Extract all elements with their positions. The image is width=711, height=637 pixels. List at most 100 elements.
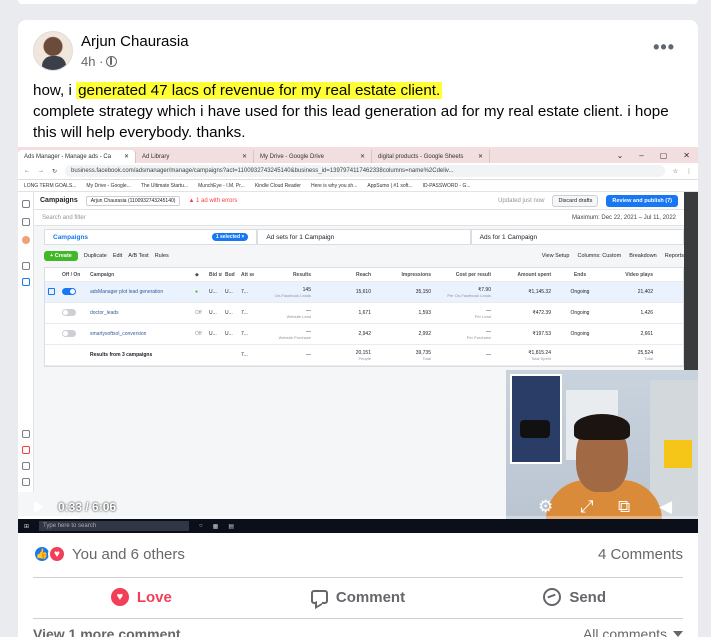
col-header[interactable]: Results bbox=[254, 272, 314, 278]
row-checkbox[interactable] bbox=[48, 287, 55, 295]
forward-icon[interactable]: → bbox=[38, 168, 44, 174]
bookmark-item[interactable]: ID-PASSWORD - G... bbox=[423, 183, 471, 189]
reload-icon[interactable]: ↻ bbox=[52, 168, 57, 175]
menu-icon[interactable] bbox=[22, 218, 30, 226]
error-alert[interactable]: ▲ 1 ad with errors bbox=[188, 198, 237, 204]
col-header[interactable]: Video plays bbox=[606, 272, 656, 278]
results-cell: — Website Purchase bbox=[278, 328, 311, 340]
col-header[interactable]: Att setti bbox=[238, 272, 254, 278]
date-range-picker[interactable]: Maximum: Dec 22, 2021 – Jul 11, 2022 bbox=[572, 215, 676, 221]
campaign-toggle[interactable] bbox=[62, 308, 76, 316]
table-row[interactable]: doctor_leads Off U... U... 7... — Website… bbox=[45, 303, 683, 324]
taskbar-app-icon[interactable]: ▦ bbox=[213, 523, 219, 530]
love-button[interactable]: ♥ Love bbox=[33, 580, 250, 614]
avatar[interactable] bbox=[33, 31, 73, 71]
search-icon[interactable] bbox=[22, 462, 30, 470]
col-header[interactable]: Campaign bbox=[87, 272, 192, 278]
video-player[interactable]: Ads Manager - Manage ads - Ca ✕ Ad Librar… bbox=[18, 147, 698, 533]
browser-tab[interactable]: My Drive - Google Drive ✕ bbox=[254, 150, 372, 163]
budget-cell: U... bbox=[225, 289, 233, 295]
browser-menu-icon[interactable]: ⋮ bbox=[686, 168, 692, 175]
play-icon[interactable] bbox=[34, 501, 44, 513]
table-row[interactable]: adsManager plot lead generation ● U... U… bbox=[45, 282, 683, 303]
comments-sort-dropdown[interactable]: All comments bbox=[583, 626, 683, 637]
notifications-icon[interactable] bbox=[22, 446, 30, 454]
post-header: Arjun Chaurasia 4h · ••• bbox=[33, 31, 683, 75]
bookmark-item[interactable]: AppSumo | #1 soft... bbox=[367, 183, 412, 189]
rules-button[interactable]: Rules bbox=[155, 253, 169, 259]
bookmark-item[interactable]: Kindle Cloud Reader bbox=[255, 183, 301, 189]
tab-campaigns[interactable]: Campaigns 1 selected × bbox=[44, 229, 258, 245]
picture-in-picture-icon[interactable]: ⧉ bbox=[618, 498, 630, 515]
home-icon[interactable] bbox=[22, 200, 30, 208]
col-header[interactable]: Cost per result bbox=[434, 272, 494, 278]
table-row[interactable]: smartysoftsol_conversion Off U... U... 7… bbox=[45, 324, 683, 345]
bid-cell: U... bbox=[209, 331, 217, 337]
campaign-name[interactable]: smartysoftsol_conversion bbox=[87, 331, 192, 337]
reactions-summary[interactable]: You and 6 others bbox=[72, 546, 185, 563]
view-setup-toggle[interactable]: View Setup bbox=[542, 253, 570, 259]
campaign-toggle[interactable] bbox=[62, 287, 76, 295]
taskbar-app-icon[interactable]: ▤ bbox=[228, 523, 234, 530]
col-header[interactable]: Bid strat bbox=[206, 272, 222, 278]
search-filter-input[interactable]: Search and filter bbox=[42, 215, 86, 221]
duplicate-button[interactable]: Duplicate bbox=[84, 253, 107, 259]
expand-icon[interactable]: ⤢ bbox=[580, 498, 594, 515]
browser-tab[interactable]: Ads Manager - Manage ads - Ca ✕ bbox=[18, 150, 136, 163]
bookmark-item[interactable]: The Ultimate Startu... bbox=[141, 183, 188, 189]
browser-tab[interactable]: Ad Library ✕ bbox=[136, 150, 254, 163]
ab-test-button[interactable]: A/B Test bbox=[128, 253, 148, 259]
globe-icon bbox=[106, 56, 118, 67]
settings-gear-icon[interactable]: ⚙ bbox=[538, 498, 553, 515]
col-header[interactable]: Amount spent bbox=[494, 272, 554, 278]
col-header[interactable]: Reach bbox=[314, 272, 374, 278]
comment-button[interactable]: Comment bbox=[250, 580, 467, 614]
account-selector[interactable]: Arjun Chaurasia (1100932743245140) bbox=[85, 195, 181, 206]
author-name[interactable]: Arjun Chaurasia bbox=[81, 33, 189, 50]
col-header[interactable]: Ends bbox=[554, 272, 606, 278]
bookmark-item[interactable]: Here is why you sh... bbox=[311, 183, 357, 189]
discard-drafts-button[interactable]: Discard drafts bbox=[552, 194, 599, 207]
review-publish-button[interactable]: Review and publish (7) bbox=[606, 194, 678, 207]
level-tabs: Campaigns 1 selected × Ad sets for 1 Cam… bbox=[44, 229, 684, 245]
columns-dropdown[interactable]: Columns: Custom bbox=[577, 253, 621, 259]
campaign-name[interactable]: doctor_leads bbox=[87, 310, 192, 316]
tab-adsets[interactable]: Ad sets for 1 Campaign bbox=[257, 229, 471, 245]
impressions-cell: 2,992 bbox=[418, 331, 431, 337]
campaign-toggle[interactable] bbox=[62, 329, 76, 337]
table-icon[interactable] bbox=[22, 278, 30, 286]
window-controls[interactable]: ⌄ – ▢ ✕ bbox=[609, 151, 698, 160]
reports-dropdown[interactable]: Reports bbox=[665, 253, 684, 259]
view-more-comments-link[interactable]: View 1 more comment bbox=[33, 626, 181, 637]
url-field[interactable]: business.facebook.com/adsmanager/manage/… bbox=[65, 165, 665, 177]
windows-start-icon[interactable]: ⊞ bbox=[24, 523, 29, 530]
dashboard-icon[interactable] bbox=[22, 262, 30, 270]
create-button[interactable]: + Create bbox=[44, 251, 78, 261]
taskbar-search[interactable]: Type here to search bbox=[39, 521, 190, 531]
comments-count[interactable]: 4 Comments bbox=[598, 546, 683, 563]
taskbar-app-icon[interactable]: ○ bbox=[199, 523, 203, 529]
post-time[interactable]: 4h · bbox=[81, 54, 103, 69]
account-avatar-icon[interactable] bbox=[22, 236, 30, 244]
col-header[interactable]: Off / On bbox=[59, 272, 87, 278]
more-options-button[interactable]: ••• bbox=[653, 37, 675, 58]
bookmark-star-icon[interactable]: ☆ bbox=[673, 168, 678, 175]
col-header[interactable]: Bud bbox=[222, 272, 238, 278]
settings-icon[interactable] bbox=[22, 430, 30, 438]
bookmark-item[interactable]: LONG TERM GOALS... bbox=[24, 183, 76, 189]
campaign-name[interactable]: adsManager plot lead generation bbox=[87, 289, 192, 295]
col-header[interactable]: Impressions bbox=[374, 272, 434, 278]
ends-cell: Ongoing bbox=[570, 289, 590, 295]
back-icon[interactable]: ← bbox=[24, 168, 30, 174]
send-button[interactable]: Send bbox=[466, 580, 683, 614]
edit-button[interactable]: Edit bbox=[113, 253, 122, 259]
video-progress[interactable] bbox=[18, 516, 698, 519]
help-icon[interactable] bbox=[22, 478, 30, 486]
selected-pill[interactable]: 1 selected × bbox=[211, 233, 249, 241]
bookmark-item[interactable]: My Drive - Google... bbox=[86, 183, 130, 189]
mute-icon[interactable]: ◀ bbox=[659, 498, 672, 515]
browser-tab[interactable]: digital products - Google Sheets ✕ bbox=[372, 150, 490, 163]
bookmark-item[interactable]: MunchEye - I.M. Pr... bbox=[198, 183, 245, 189]
tab-ads[interactable]: Ads for 1 Campaign bbox=[470, 229, 684, 245]
breakdown-dropdown[interactable]: Breakdown bbox=[629, 253, 657, 259]
